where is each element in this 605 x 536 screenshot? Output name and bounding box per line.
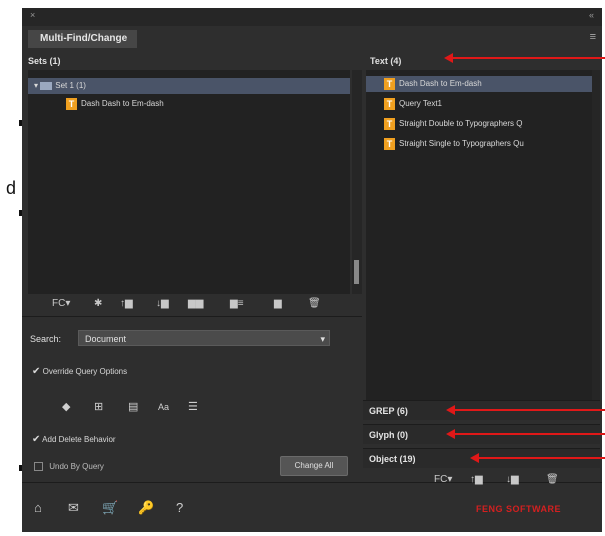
layers-icon[interactable]: ◆ [62,400,70,413]
panel-edge-marker [19,120,22,126]
text-list-header: Text (4) [370,56,402,66]
master-page-icon[interactable]: ⊞ [94,400,103,413]
checkmark-icon: ✔ [32,434,41,445]
annotation-arrow-glyph [454,433,605,435]
footnote-icon[interactable]: ▤ [128,400,138,413]
text-query-icon: T [384,97,395,110]
search-scope-value: Document [85,334,127,344]
text-query-label: Straight Double to Typographers Q [399,119,523,128]
fc-menu-button[interactable]: FC▾ [434,472,452,488]
text-query-icon: T [384,117,395,130]
queries-toolbar: FC▾ ↑▆ ↓▆ 🗑 [434,472,594,488]
hidden-layers-icon[interactable]: ☰ [188,400,198,413]
text-query-row[interactable]: T Dash Dash to Em-dash [366,76,592,92]
change-all-button[interactable]: Change All [280,456,348,476]
panel-edge-marker [19,210,22,216]
fc-menu-button[interactable]: FC▾ [52,296,70,312]
home-icon[interactable]: ⌂ [34,500,42,515]
cart-icon[interactable]: 🛒 [102,500,118,516]
text-query-icon: T [384,137,395,150]
panel-menu-icon[interactable]: ≡ [590,31,596,43]
checkbox-box [34,462,43,472]
bottom-icon-bar: ⌂ ✉ 🛒 🔑 ? [34,500,234,516]
panel-tab[interactable]: Multi-Find/Change [28,30,138,48]
move-down-icon[interactable]: ↓▆ [506,472,519,488]
move-up-icon[interactable]: ↑▆ [470,472,483,488]
add-delete-checkbox[interactable]: ✔ Add Delete Behavior [32,434,116,445]
close-icon[interactable]: × [30,10,35,20]
text-query-row[interactable]: T Query Text1 [384,96,442,112]
text-query-row[interactable]: T Straight Single to Typographers Qu [384,136,524,152]
sets-toolbar: FC▾ ✱ ↑▆ ↓▆ ▆▆ ▆≡ ▆ 🗑 [52,296,352,312]
key-icon[interactable]: 🔑 [138,500,154,516]
text-query-label: Dash Dash to Em-dash [399,79,482,88]
group-icon[interactable]: ▆▆ [188,296,203,312]
feng-software-logo[interactable]: FENG SOFTWARE [476,504,561,514]
override-query-label: Override Query Options [42,367,128,376]
checkmark-icon: ✔ [32,366,41,377]
text-query-icon: T [384,77,395,90]
search-scope-select[interactable]: Document ▾ [78,330,330,346]
set-row[interactable]: ▾ Set 1 (1) [28,78,350,94]
new-set-icon[interactable]: ▆ [274,296,282,312]
annotation-arrow-object [478,457,605,459]
undo-by-query-label: Undo By Query [49,462,104,471]
trash-icon[interactable]: 🗑 [546,472,559,488]
mail-icon[interactable]: ✉ [68,500,79,516]
set-list-icon[interactable]: ▆≡ [230,296,244,312]
annotation-arrow-text [452,57,605,59]
panel-title-bar: × « [22,8,602,26]
text-query-row[interactable]: T Straight Double to Typographers Q [384,116,522,132]
text-query-list[interactable]: T Dash Dash to Em-dash T Query Text1 T Stra… [366,70,600,400]
text-query-label: Query Text1 [399,99,442,108]
add-delete-label: Add Delete Behavior [42,435,116,444]
star-icon[interactable]: ✱ [94,296,102,312]
undo-by-query-checkbox[interactable]: Undo By Query [34,462,104,472]
chevron-down-icon: ▾ [320,334,325,344]
query-row[interactable]: T Dash Dash to Em-dash [66,96,164,112]
move-down-icon[interactable]: ↓▆ [156,296,169,312]
sets-scrollbar[interactable] [352,70,362,294]
sets-header: Sets (1) [28,56,61,66]
folder-icon [40,81,53,90]
help-icon[interactable]: ? [176,500,183,515]
search-label: Search: [30,334,62,344]
query-options-icons: ◆ ⊞ ▤ Aa ☰ [62,400,222,416]
case-sensitive-icon[interactable]: Aa [158,402,169,412]
annotation-arrow-grep [454,409,605,411]
side-letter: d [6,178,17,198]
panel-edge-marker [19,465,22,471]
override-query-checkbox[interactable]: ✔ Override Query Options [32,366,127,377]
trash-icon[interactable]: 🗑 [308,296,321,312]
text-list-scrollbar[interactable] [592,70,600,400]
text-query-label: Straight Single to Typographers Qu [399,139,524,148]
collapse-icon[interactable]: « [589,10,594,20]
query-label: Dash Dash to Em-dash [81,99,164,108]
set-label: Set 1 (1) [55,81,86,90]
move-up-icon[interactable]: ↑▆ [120,296,133,312]
sets-list[interactable]: ▾ Set 1 (1) T Dash Dash to Em-dash [28,70,350,294]
scrollbar-thumb[interactable] [354,260,359,284]
divider [22,316,362,317]
multi-find-change-panel: × « Multi-Find/Change ≡ Sets (1) ▾ Set 1… [22,8,602,532]
text-query-icon: T [66,97,77,110]
